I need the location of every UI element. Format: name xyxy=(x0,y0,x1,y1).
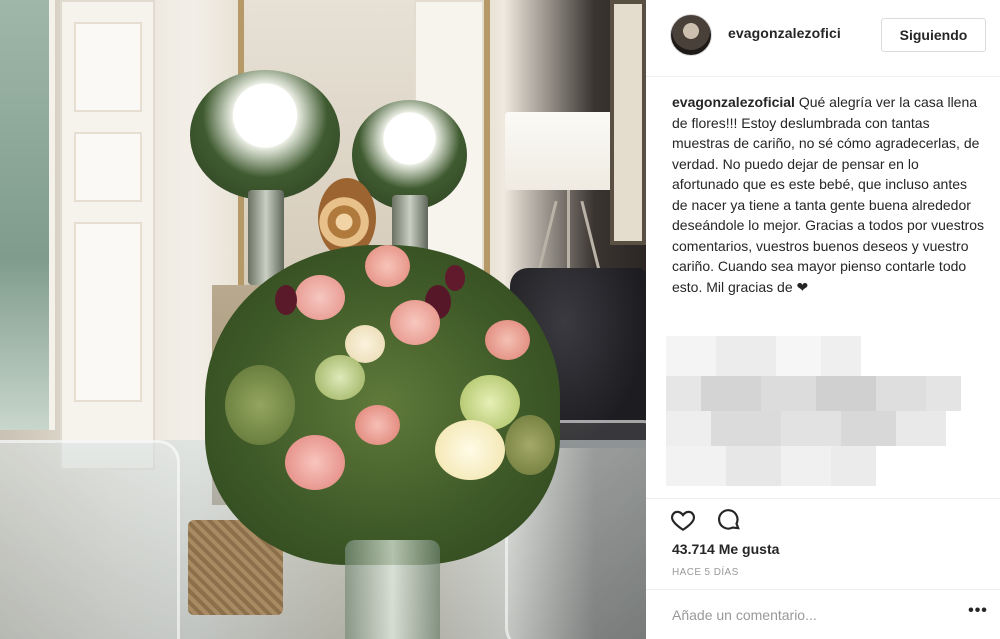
following-button[interactable]: Siguiendo xyxy=(881,18,986,52)
pink-alstroemeria xyxy=(295,275,345,320)
pixel-block xyxy=(666,336,716,376)
heart-outline-icon[interactable] xyxy=(670,507,700,535)
pixel-block xyxy=(876,376,926,411)
pixel-block xyxy=(896,411,946,446)
green-hydrangea xyxy=(505,415,555,475)
pixel-block xyxy=(666,376,701,411)
pixel-block xyxy=(726,446,781,486)
pixel-block xyxy=(666,446,726,486)
white-roses-bouquet xyxy=(190,70,340,200)
pink-alstroemeria xyxy=(365,245,410,287)
white-door xyxy=(60,0,155,470)
green-cabbage-flower xyxy=(315,355,365,400)
pixel-block xyxy=(716,336,776,376)
pixel-block xyxy=(781,411,841,446)
pixelated-comments xyxy=(666,336,986,496)
pixel-block xyxy=(926,376,961,411)
pink-alstroemeria xyxy=(390,300,440,345)
likes-count[interactable]: 43.714 Me gusta xyxy=(672,541,779,557)
glass-vase xyxy=(345,540,440,639)
pixel-block xyxy=(761,376,816,411)
post-header: evagonzalezofici Siguiendo xyxy=(646,0,1000,77)
pixel-block xyxy=(666,411,711,446)
door-panel xyxy=(74,132,142,202)
green-hydrangea xyxy=(225,365,295,445)
purple-tulip xyxy=(275,285,297,315)
post-photo[interactable] xyxy=(0,0,646,639)
post-actions xyxy=(646,498,1000,538)
post-timestamp[interactable]: HACE 5 DÍAS xyxy=(672,567,739,578)
pixel-block xyxy=(781,446,831,486)
speech-bubble-icon[interactable] xyxy=(716,507,746,535)
author-username[interactable]: evagonzalezofici xyxy=(728,25,841,41)
pink-alstroemeria xyxy=(285,435,345,490)
purple-tulip xyxy=(445,265,465,291)
more-options-icon[interactable]: ••• xyxy=(964,602,992,626)
pixel-block xyxy=(831,446,876,486)
flower-bouquet xyxy=(205,245,560,565)
white-rose xyxy=(435,420,505,480)
add-comment-bar: ••• xyxy=(646,589,1000,639)
pixel-block xyxy=(701,376,761,411)
door-panel xyxy=(74,22,142,112)
post-caption: evagonzalezoficial Qué alegría ver la ca… xyxy=(672,92,986,297)
window xyxy=(0,0,55,430)
pixel-block xyxy=(711,411,781,446)
pixel-block xyxy=(776,336,821,376)
pink-alstroemeria xyxy=(485,320,530,360)
door-panel xyxy=(74,222,142,402)
pixel-block xyxy=(816,376,876,411)
pixel-block xyxy=(821,336,861,376)
post-details-panel: evagonzalezofici Siguiendo evagonzalezof… xyxy=(646,0,1000,639)
caption-username[interactable]: evagonzalezoficial xyxy=(672,94,795,110)
comment-input[interactable] xyxy=(672,604,942,626)
pixel-block xyxy=(841,411,896,446)
pink-alstroemeria xyxy=(355,405,400,445)
avatar[interactable] xyxy=(670,14,712,56)
acrylic-chair xyxy=(0,440,180,639)
caption-text: Qué alegría ver la casa llena de flores!… xyxy=(672,94,985,295)
picture-frame xyxy=(610,0,646,245)
